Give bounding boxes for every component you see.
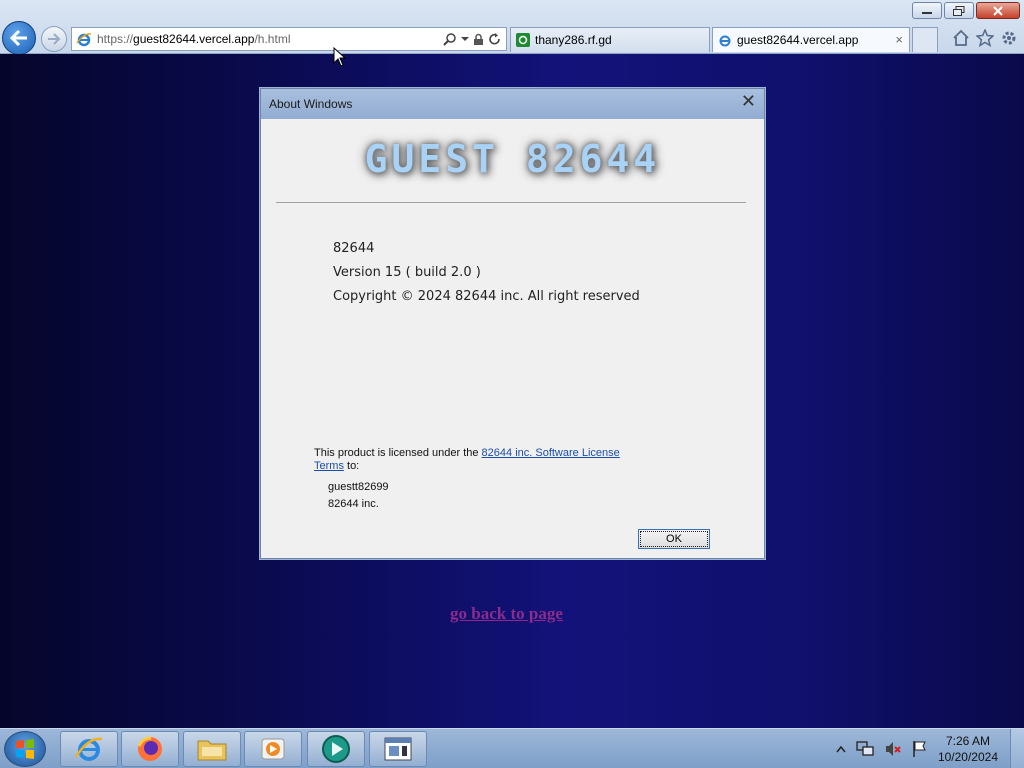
minimize-icon bbox=[922, 11, 932, 14]
favorites-star-icon[interactable] bbox=[976, 29, 994, 47]
back-button[interactable] bbox=[2, 21, 36, 55]
tab-label: guest82644.vercel.app bbox=[737, 33, 859, 47]
show-hidden-icons-icon[interactable] bbox=[836, 745, 846, 753]
licensee-info: guestt82699 82644 inc. bbox=[328, 479, 389, 513]
internet-explorer-icon bbox=[74, 737, 103, 761]
new-tab-button[interactable] bbox=[912, 27, 938, 52]
gear-icon[interactable] bbox=[1000, 29, 1018, 47]
back-arrow-icon bbox=[9, 29, 27, 47]
action-center-flag-icon[interactable] bbox=[912, 740, 928, 758]
volume-muted-icon[interactable] bbox=[884, 740, 902, 758]
network-icon[interactable] bbox=[856, 740, 874, 758]
window-controls bbox=[912, 2, 1020, 19]
show-desktop-button[interactable] bbox=[1010, 729, 1024, 768]
chevron-down-icon[interactable] bbox=[461, 36, 469, 42]
copyright-text: Copyright © 2024 82644 inc. All right re… bbox=[333, 289, 640, 304]
forward-arrow-icon bbox=[48, 33, 61, 45]
clock-date: 10/20/2024 bbox=[937, 750, 998, 764]
url-text[interactable]: https://guest82644.vercel.app/h.html bbox=[97, 32, 290, 46]
tab-close-button[interactable]: × bbox=[895, 32, 903, 47]
clock-time: 7:26 AM bbox=[945, 734, 990, 748]
close-icon bbox=[993, 5, 1003, 16]
dialog-close-button[interactable]: ✕ bbox=[741, 93, 756, 111]
taskbar-firefox[interactable] bbox=[121, 731, 179, 767]
divider bbox=[276, 202, 746, 203]
site-favicon-icon bbox=[516, 33, 530, 47]
product-name: 82644 bbox=[333, 241, 375, 256]
forward-button[interactable] bbox=[41, 26, 67, 52]
address-bar[interactable]: https://guest82644.vercel.app/h.html bbox=[71, 27, 507, 51]
play-app-icon bbox=[322, 735, 350, 763]
ie-page-icon bbox=[719, 35, 731, 47]
product-info: 82644 Version 15 ( build 2.0 ) Copyright… bbox=[333, 237, 640, 309]
dialog-body: GUEST 82644 82644 Version 15 ( build 2.0… bbox=[261, 119, 764, 558]
folder-icon bbox=[197, 740, 227, 761]
lock-icon[interactable] bbox=[473, 33, 484, 46]
licensee-org: 82644 inc. bbox=[328, 498, 379, 510]
refresh-icon[interactable] bbox=[488, 32, 501, 46]
search-icon[interactable] bbox=[443, 32, 457, 46]
home-icon[interactable] bbox=[952, 29, 970, 47]
taskbar-app-play[interactable] bbox=[307, 731, 365, 767]
browser-toolbar-icons bbox=[952, 29, 1018, 47]
dialog-titlebar[interactable]: About Windows bbox=[261, 89, 764, 119]
browser-chrome: https://guest82644.vercel.app/h.html tha… bbox=[0, 0, 1024, 55]
go-back-link[interactable]: go back to page bbox=[450, 604, 563, 624]
tab-thany286[interactable]: thany286.rf.gd bbox=[510, 27, 710, 52]
ok-button[interactable]: OK bbox=[638, 529, 710, 549]
license-text: This product is licensed under the 82644… bbox=[314, 447, 620, 472]
media-player-icon bbox=[261, 738, 285, 760]
minimize-button[interactable] bbox=[912, 2, 942, 19]
product-version: Version 15 ( build 2.0 ) bbox=[333, 265, 481, 280]
system-tray: 7:26 AM 10/20/2024 bbox=[836, 729, 998, 768]
windows-logo-icon bbox=[16, 739, 34, 759]
clock[interactable]: 7:26 AM 10/20/2024 bbox=[938, 733, 998, 765]
taskbar-media-player[interactable] bbox=[244, 731, 302, 767]
firefox-icon bbox=[137, 736, 162, 761]
taskbar: 7:26 AM 10/20/2024 bbox=[0, 728, 1024, 768]
licensee-user: guestt82699 bbox=[328, 481, 389, 493]
ie-page-icon bbox=[76, 33, 92, 47]
taskbar-file-explorer[interactable] bbox=[183, 731, 241, 767]
tab-label: thany286.rf.gd bbox=[535, 33, 612, 47]
address-bar-actions bbox=[443, 32, 506, 46]
mouse-cursor-icon bbox=[333, 47, 347, 67]
window-app-icon bbox=[384, 737, 412, 761]
restore-button[interactable] bbox=[944, 2, 974, 19]
taskbar-internet-explorer[interactable] bbox=[60, 731, 118, 767]
dialog-title: About Windows bbox=[269, 97, 353, 111]
close-window-button[interactable] bbox=[976, 2, 1020, 19]
start-button[interactable] bbox=[4, 731, 46, 767]
tab-guest82644[interactable]: guest82644.vercel.app × bbox=[712, 27, 910, 52]
restore-icon bbox=[953, 5, 965, 16]
taskbar-window-app[interactable] bbox=[369, 731, 427, 767]
about-dialog: About Windows ✕ GUEST 82644 82644 Versio… bbox=[260, 88, 765, 559]
product-logo: GUEST 82644 bbox=[364, 137, 661, 181]
